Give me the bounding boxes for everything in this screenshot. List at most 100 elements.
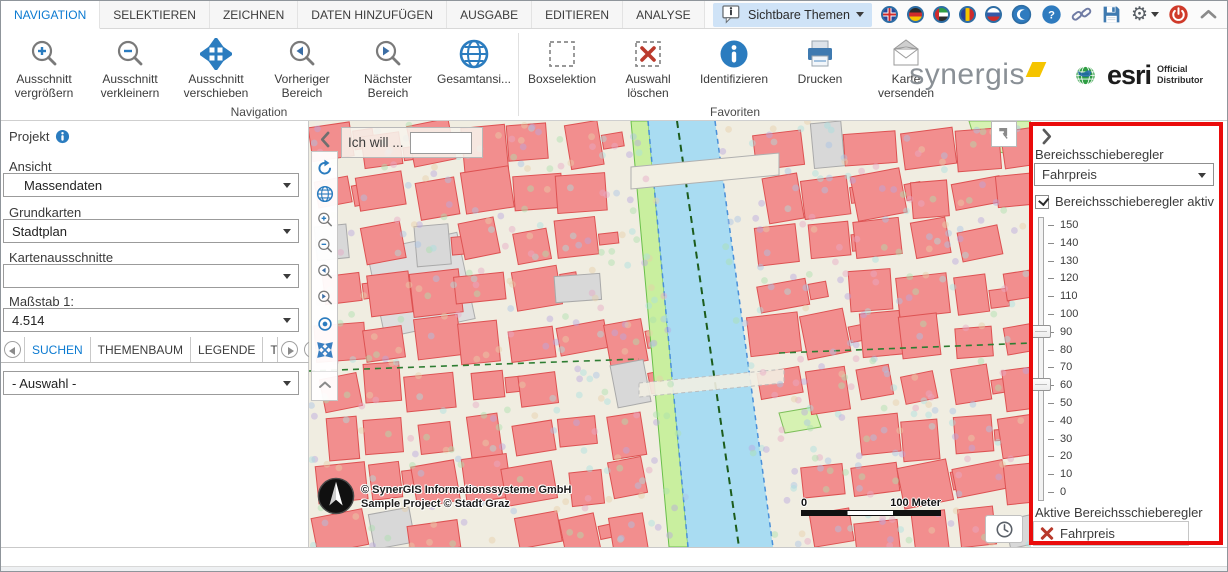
flag-uk-icon[interactable]: [881, 6, 898, 23]
slider-tick: [1048, 243, 1054, 244]
slider-tick-label: 90: [1060, 326, 1072, 338]
slider-tick: [1048, 314, 1054, 315]
flag-russia-icon[interactable]: [985, 6, 1002, 23]
menu-tab-zeichnen[interactable]: ZEICHNEN: [210, 1, 298, 28]
slider-tick: [1048, 403, 1054, 404]
slider-tick: [1048, 261, 1054, 262]
help-icon[interactable]: ?: [1041, 4, 1062, 25]
slider-track[interactable]: [1038, 217, 1044, 501]
iwill-input[interactable]: [410, 132, 472, 154]
toolbar-button-auswahl-löschen[interactable]: Auswahl löschen: [605, 29, 691, 105]
ansicht-value: Massendaten: [12, 178, 102, 193]
massstab-value: 4.514: [12, 313, 45, 328]
esri-logo: esri Official Distributor: [1071, 60, 1215, 91]
tab-themen-truncated[interactable]: THE: [262, 337, 278, 362]
toolbar-button-ausschnitt-verkleinern[interactable]: Ausschnitt verkleinern: [87, 29, 173, 105]
tab-suchen[interactable]: SUCHEN: [24, 337, 90, 362]
kartenausschnitte-select[interactable]: [3, 264, 299, 288]
sidebar-collapse-chevron-left-icon[interactable]: [315, 129, 336, 150]
save-icon[interactable]: [1101, 4, 1122, 25]
slider-tick-label: 70: [1060, 361, 1072, 373]
flag-crescent-icon[interactable]: [1011, 4, 1032, 25]
power-icon[interactable]: [1168, 4, 1189, 25]
zoom-out-button[interactable]: [312, 233, 337, 259]
magnifier-minus-icon: [114, 36, 146, 72]
toolbar-button-gesamtansi-[interactable]: Gesamtansi...: [431, 29, 517, 105]
pan-tool-button[interactable]: [312, 337, 337, 363]
ribbon-toolbar: Ausschnitt vergrößernAusschnitt verklein…: [1, 29, 1227, 121]
slider-upper-handle[interactable]: [1031, 325, 1051, 338]
previous-view-button[interactable]: [312, 259, 337, 285]
scalebar-start-label: 0: [801, 497, 807, 509]
menu-tab-daten-hinzuf-gen[interactable]: DATEN HINZUFÜGEN: [298, 1, 447, 28]
status-bar: [1, 547, 1227, 566]
tabstrip-scroll-left-button[interactable]: [4, 341, 21, 358]
flag-uae-icon[interactable]: [933, 6, 950, 23]
palette-collapse-chevron-up-icon[interactable]: [312, 371, 337, 397]
menu-tab-editieren[interactable]: EDITIEREN: [532, 1, 623, 28]
remove-x-icon[interactable]: [1040, 527, 1054, 541]
slider-tick-label: 150: [1060, 219, 1078, 231]
visible-themes-dropdown[interactable]: Sichtbare Themen: [713, 3, 872, 27]
overview-map-button[interactable]: [991, 121, 1017, 147]
iwill-label: Ich will ...: [348, 135, 404, 150]
iwill-search-widget: Ich will ...: [341, 127, 483, 158]
magnifier-plus-icon: [28, 36, 60, 72]
suchen-auswahl-select[interactable]: - Auswahl -: [3, 371, 299, 395]
slider-tick-label: 60: [1060, 379, 1072, 391]
time-slider-button[interactable]: [985, 515, 1023, 543]
sidebar-tabstrip: SUCHEN THEMENBAUM LEGENDE THE: [1, 337, 309, 363]
project-label: Projekt: [9, 129, 49, 144]
toolbar-button-vorheriger-bereich[interactable]: Vorheriger Bereich: [259, 29, 345, 105]
menu-icon-row: ?⚙: [881, 4, 1219, 25]
active-item-label: Fahrpreis: [1060, 526, 1115, 541]
overview-l-icon: [994, 124, 1015, 145]
toolbar-button-ausschnitt-verschieben[interactable]: Ausschnitt verschieben: [173, 29, 259, 105]
toolbar-button-identifizieren[interactable]: Identifizieren: [691, 29, 777, 105]
toolbar-button-ausschnitt-vergrößern[interactable]: Ausschnitt vergrößern: [1, 29, 87, 105]
slider-tick-label: 80: [1060, 344, 1072, 356]
tab-themenbaum[interactable]: THEMENBAUM: [90, 337, 190, 362]
toolbar-button-label: Drucken: [798, 72, 843, 86]
toolbar-button-drucken[interactable]: Drucken: [777, 29, 863, 105]
next-view-button[interactable]: [312, 285, 337, 311]
refresh-map-button[interactable]: [312, 155, 337, 181]
map-tool-palette: [311, 151, 338, 401]
full-extent-button[interactable]: [312, 181, 337, 207]
move-arrows-icon: [200, 36, 232, 72]
toolbar-button-label: Ausschnitt verschieben: [174, 72, 258, 100]
map-attribution: © SynerGIS Informationssysteme GmbH Samp…: [361, 483, 571, 511]
flag-germany-icon[interactable]: [907, 6, 924, 23]
slider-lower-handle[interactable]: [1031, 378, 1051, 391]
active-range-slider-item[interactable]: Fahrpreis: [1033, 521, 1189, 546]
slider-tick-label: 110: [1060, 290, 1078, 302]
flag-romania-icon[interactable]: [959, 6, 976, 23]
menu-tab-ausgabe[interactable]: AUSGABE: [447, 1, 532, 28]
menu-tabs: NAVIGATIONSELEKTIERENZEICHNENDATEN HINZU…: [1, 1, 705, 28]
tabstrip-scroll-right-button[interactable]: [281, 341, 298, 358]
tab-legende[interactable]: LEGENDE: [190, 337, 262, 362]
ansicht-select[interactable]: Massendaten: [3, 173, 299, 197]
menu-tab-navigation[interactable]: NAVIGATION: [1, 1, 100, 29]
massstab-select[interactable]: 4.514: [3, 308, 299, 332]
toolbar-button-label: Boxselektion: [528, 72, 596, 86]
zoom-in-button[interactable]: [312, 207, 337, 233]
slider-tick-label: 50: [1060, 397, 1072, 409]
pointer-tool-button[interactable]: [312, 311, 337, 337]
menu-tab-selektieren[interactable]: SELEKTIEREN: [100, 1, 210, 28]
settings-gear-icon[interactable]: ⚙: [1131, 5, 1159, 24]
toolbar-button-boxselektion[interactable]: Boxselektion: [519, 29, 605, 105]
toolbar-button-label: Gesamtansi...: [437, 72, 511, 86]
project-info-icon[interactable]: [55, 129, 70, 144]
toolbar-button-nächster-bereich[interactable]: Nächster Bereich: [345, 29, 431, 105]
scale-bar: 0 100 Meter: [801, 497, 941, 516]
magnifier-left-icon: [286, 36, 318, 72]
collapse-ribbon-icon[interactable]: [1198, 4, 1219, 25]
link-icon[interactable]: [1071, 4, 1092, 25]
ansicht-label: Ansicht: [9, 159, 52, 174]
grundkarten-select[interactable]: Stadtplan: [3, 219, 299, 243]
visible-themes-label: Sichtbare Themen: [748, 8, 850, 22]
map-viewport[interactable]: Ich will ... © SynerGIS Informationssyst…: [309, 121, 1031, 547]
menu-tab-analyse[interactable]: ANALYSE: [623, 1, 704, 28]
kartenausschnitte-label: Kartenausschnitte: [9, 250, 113, 265]
